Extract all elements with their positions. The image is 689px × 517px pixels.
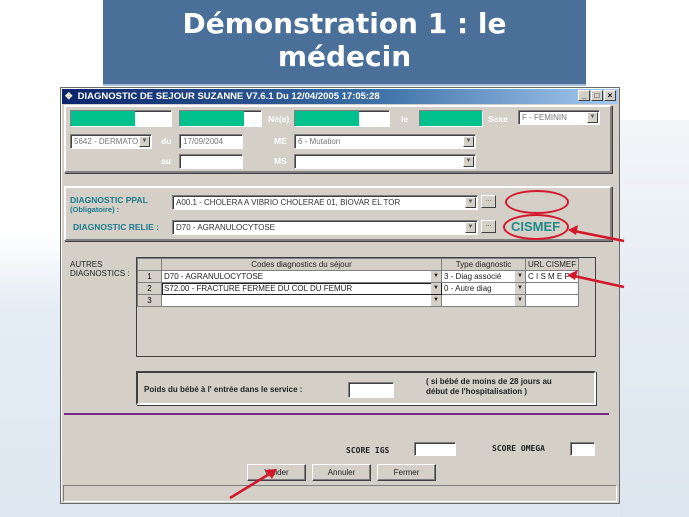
chevron-down-icon[interactable]: ▼ <box>431 295 441 306</box>
chevron-down-icon[interactable]: ▼ <box>431 283 441 294</box>
chevron-down-icon[interactable]: ▼ <box>465 197 476 208</box>
autres-label-line1: AUTRES <box>70 260 103 269</box>
grid-header-type[interactable]: Type diagnostic <box>441 258 526 271</box>
ppal-select[interactable]: A00.1 - CHOLERA A VIBRIO CHOLERAE 01, BI… <box>172 195 478 210</box>
row-number[interactable]: 3 <box>137 294 162 307</box>
type-value: 0 - Autre diag <box>444 284 492 293</box>
minimize-button[interactable]: _ <box>578 90 590 101</box>
diagnostic-window: ✥ DIAGNOSTIC DE SEJOUR SUZANNE V7.6.1 Du… <box>60 87 620 504</box>
slide-title: Démonstration 1 : le médecin <box>103 0 586 86</box>
table-row: 3 ▼ ▼ <box>137 294 580 307</box>
ms-select[interactable]: ▼ <box>294 154 476 169</box>
code-cell[interactable]: ▼ <box>161 294 442 307</box>
ms-label: MS <box>274 156 287 166</box>
code-value: S72.00 - FRACTURE FERMEE DU COL DU FEMUR <box>164 284 353 293</box>
section-separator <box>64 413 609 415</box>
patient-firstname-field[interactable] <box>179 110 262 127</box>
score-igs-field[interactable] <box>414 442 456 456</box>
code-cell[interactable]: S72.00 - FRACTURE FERMEE DU COL DU FEMUR… <box>161 282 442 295</box>
type-cell[interactable]: 0 - Autre diag ▼ <box>441 282 526 295</box>
du-label: du <box>161 136 172 146</box>
relie-browse-button[interactable]: ... <box>481 220 496 233</box>
chevron-down-icon[interactable]: ▼ <box>587 112 598 123</box>
ppal-browse-button[interactable]: ... <box>481 195 496 208</box>
type-value: 3 - Diag associé <box>444 272 502 281</box>
bebe-group: Poids du bébé à l' entrée dans le servic… <box>136 371 596 405</box>
le-label: le <box>401 114 409 124</box>
url-cell[interactable] <box>524 282 580 295</box>
window-titlebar[interactable]: ✥ DIAGNOSTIC DE SEJOUR SUZANNE V7.6.1 Du… <box>62 89 618 104</box>
chevron-down-icon[interactable]: ▼ <box>431 271 441 282</box>
maximize-button[interactable]: □ <box>591 90 603 101</box>
close-button[interactable]: × <box>604 90 616 101</box>
me-select[interactable]: 6 - Mutation ▼ <box>294 134 476 149</box>
chevron-down-icon[interactable]: ▼ <box>139 136 150 147</box>
bebe-weight-field[interactable] <box>348 382 394 398</box>
annotation-oval-cismef <box>503 214 569 240</box>
fermer-button[interactable]: Fermer <box>377 464 436 481</box>
chevron-down-icon[interactable]: ▼ <box>465 222 476 233</box>
sexe-select[interactable]: F - FEMININ ▼ <box>518 110 600 125</box>
grid-header-row: Codes diagnostics du séjour Type diagnos… <box>137 258 580 271</box>
score-igs-label: SCORE IGS <box>346 446 390 455</box>
birth-name-field[interactable] <box>294 110 390 127</box>
bebe-note-line2: début de l'hospitalisation ) <box>426 387 528 396</box>
sexe-value: F - FEMININ <box>522 113 567 122</box>
slide-title-line1: Démonstration 1 : le <box>182 7 507 40</box>
code-cell[interactable]: D70 - AGRANULOCYTOSE ▼ <box>161 270 442 283</box>
grid-header-rownum <box>137 258 162 271</box>
chevron-down-icon[interactable]: ▼ <box>463 136 474 147</box>
relie-select[interactable]: D70 - AGRANULOCYTOSE ▼ <box>172 220 478 235</box>
autres-label-line2: DIAGNOSTICS : <box>70 269 130 278</box>
row-number[interactable]: 1 <box>137 270 162 283</box>
slide-background <box>620 120 689 517</box>
autres-diagnostics-grid: Codes diagnostics du séjour Type diagnos… <box>136 257 596 357</box>
ppal-value: A00.1 - CHOLERA A VIBRIO CHOLERAE 01, BI… <box>176 198 401 207</box>
chevron-down-icon[interactable]: ▼ <box>515 295 525 306</box>
chevron-down-icon[interactable]: ▼ <box>515 283 525 294</box>
score-omega-label: SCORE OMEGA <box>492 444 545 453</box>
url-cell[interactable] <box>524 294 580 307</box>
sexe-label: Sexe <box>488 114 508 124</box>
born-label: Né(e) <box>268 114 290 124</box>
slide-title-line2: médecin <box>277 40 412 73</box>
score-omega-field[interactable] <box>570 442 595 456</box>
ppal-sublabel: (Obligatoire) : <box>70 205 120 214</box>
app-icon: ✥ <box>65 91 73 101</box>
bebe-weight-label: Poids du bébé à l' entrée dans le servic… <box>144 385 303 394</box>
url-cell[interactable]: C I S M E F <box>524 270 580 283</box>
birth-date-field[interactable] <box>419 110 483 127</box>
table-row: 2 S72.00 - FRACTURE FERMEE DU COL DU FEM… <box>137 282 580 295</box>
ppal-label: DIAGNOSTIC PPAL <box>70 195 148 205</box>
date-du-field[interactable]: 17/09/2004 <box>179 134 243 149</box>
chevron-down-icon[interactable]: ▼ <box>463 156 474 167</box>
relie-label: DIAGNOSTIC RELIE : <box>73 222 159 232</box>
type-cell[interactable]: ▼ <box>441 294 526 307</box>
me-value: 6 - Mutation <box>298 137 341 146</box>
annuler-button[interactable]: Annuler <box>312 464 371 481</box>
date-au-field[interactable] <box>179 154 243 169</box>
annotation-oval-ppal <box>505 190 569 214</box>
patient-group: Né(e) le Sexe F - FEMININ ▼ 5642 - DERMA… <box>64 105 612 173</box>
table-row: 1 D70 - AGRANULOCYTOSE ▼ 3 - Diag associé… <box>137 270 580 283</box>
grid-header-url[interactable]: URL CISMEF <box>524 258 580 271</box>
valider-button[interactable]: Valider <box>247 464 306 481</box>
unit-value: 5642 - DERMATO. <box>74 137 141 146</box>
status-bar <box>63 485 617 502</box>
row-number[interactable]: 2 <box>137 282 162 295</box>
relie-value: D70 - AGRANULOCYTOSE <box>176 223 275 232</box>
patient-name-field[interactable] <box>70 110 172 127</box>
unit-select[interactable]: 5642 - DERMATO. ▼ <box>70 134 152 149</box>
me-label: ME <box>274 136 287 146</box>
grid-header-codes[interactable]: Codes diagnostics du séjour <box>161 258 442 271</box>
au-label: au <box>161 156 171 166</box>
window-title: DIAGNOSTIC DE SEJOUR SUZANNE V7.6.1 Du 1… <box>77 91 380 102</box>
code-value: D70 - AGRANULOCYTOSE <box>164 272 263 281</box>
type-cell[interactable]: 3 - Diag associé ▼ <box>441 270 526 283</box>
bebe-note-line1: ( si bébé de moins de 28 jours au <box>426 377 552 386</box>
chevron-down-icon[interactable]: ▼ <box>515 271 525 282</box>
